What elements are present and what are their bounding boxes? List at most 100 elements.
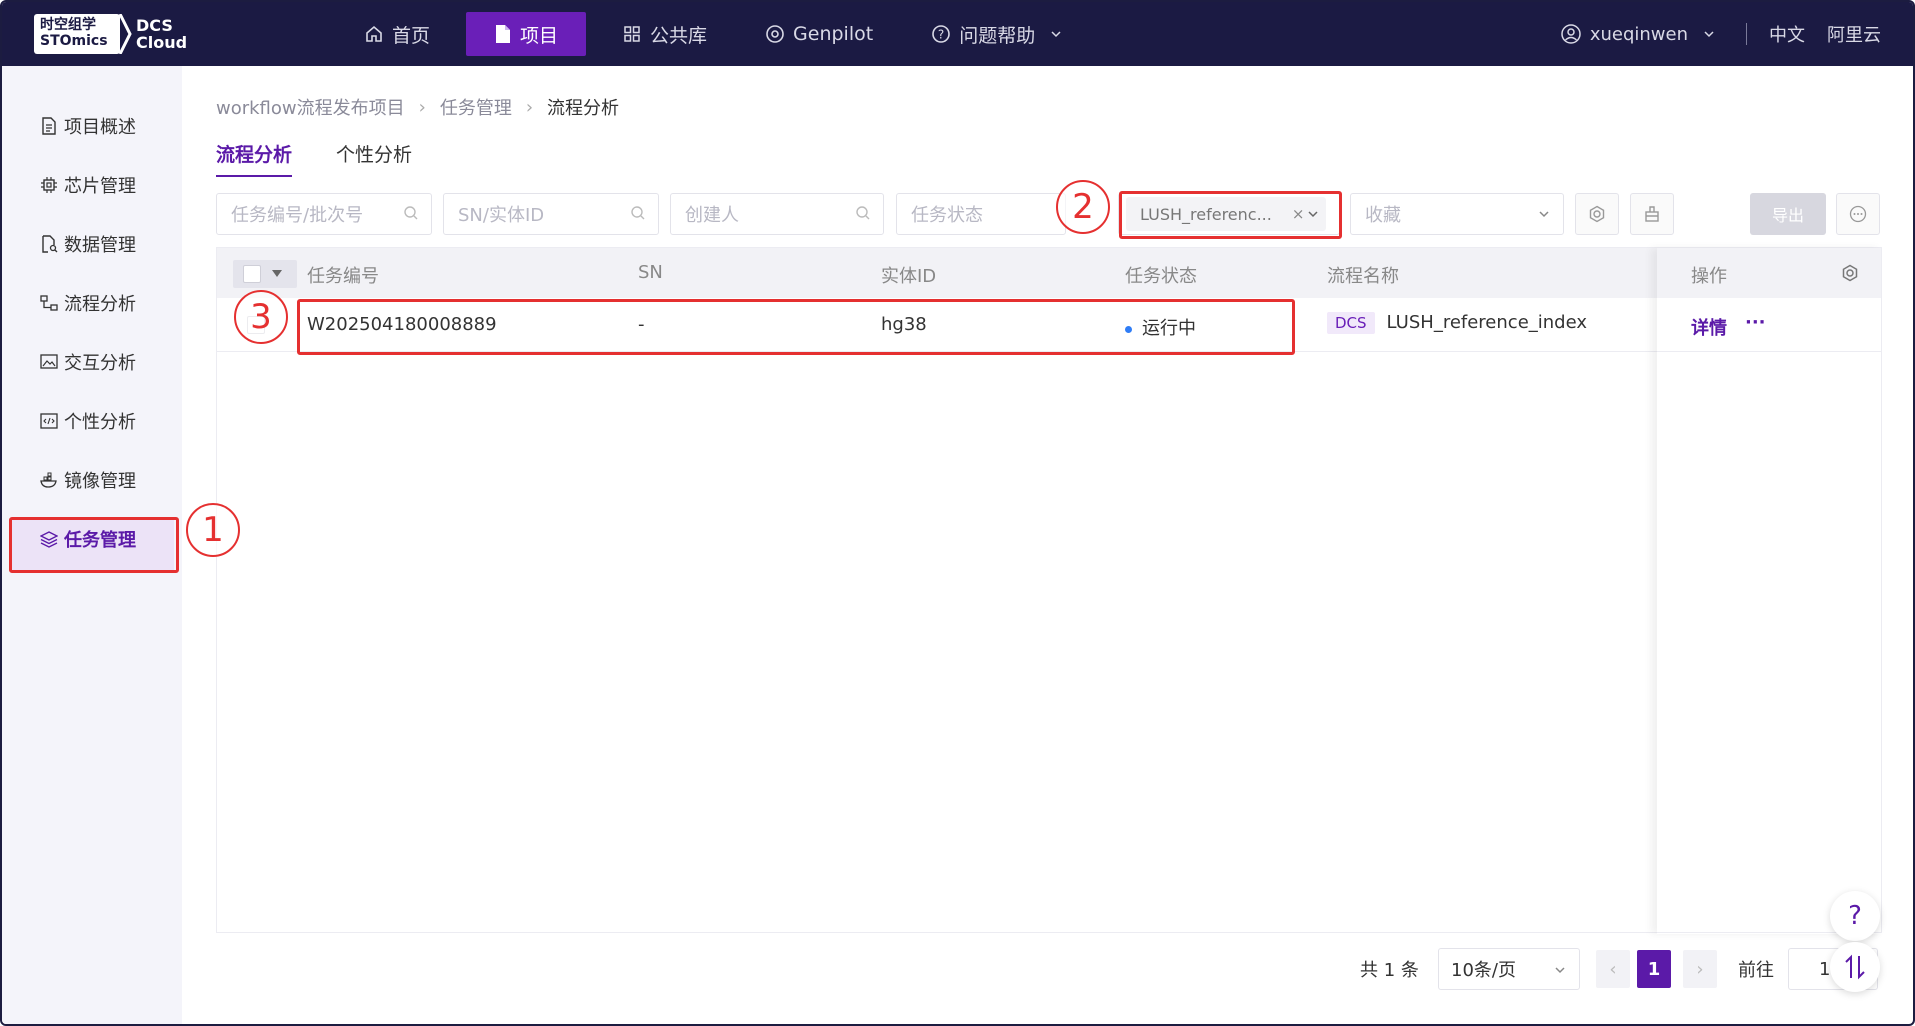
workflow-name: LUSH_reference_index [1386, 312, 1588, 333]
settings-button[interactable] [1575, 193, 1619, 235]
top-navbar: 时空组学 STOmics DCS Cloud 首页 项目 公共库 Genpilo… [2, 2, 1913, 66]
help-float-button[interactable]: ? [1830, 891, 1880, 941]
task-no-search-input[interactable]: 任务编号/批次号 [216, 193, 432, 235]
nav-genpilot-label: Genpilot [793, 23, 874, 45]
search-icon [631, 206, 645, 220]
annotation-circle-1: 1 [186, 503, 240, 557]
annotation-circle-3: 3 [234, 290, 288, 344]
logo-brand-line2: STOmics [40, 33, 108, 49]
pagination-total: 共 1 条 [1360, 960, 1419, 981]
task-no-placeholder: 任务编号/批次号 [231, 205, 364, 226]
more-options-button[interactable] [1836, 193, 1880, 235]
logo-product: DCS Cloud [136, 17, 187, 51]
sidebar-item-data[interactable]: 数据管理 [40, 229, 136, 259]
sidebar-item-overview[interactable]: 项目概述 [40, 111, 136, 141]
page-size-select[interactable]: 10条/页 [1438, 948, 1580, 990]
page-size-value: 10条/页 [1451, 960, 1516, 981]
nav-library-label: 公共库 [650, 24, 708, 47]
breadcrumb: workflow流程发布项目 › 任务管理 › 流程分析 [216, 94, 619, 120]
next-page-button[interactable]: › [1683, 950, 1717, 988]
caret-down-icon [272, 270, 282, 277]
gear-icon [1589, 205, 1605, 223]
main-nav: 首页 项目 公共库 Genpilot ? 问题帮助 [342, 2, 1099, 66]
sidebar-item-workflow[interactable]: 流程分析 [40, 288, 136, 318]
user-menu[interactable]: xueqinwen [1560, 23, 1724, 45]
sort-arrows-icon [1845, 954, 1865, 980]
sidebar-item-custom[interactable]: 个性分析 [40, 406, 136, 436]
header-status: 任务状态 [1125, 266, 1197, 287]
breadcrumb-tasks[interactable]: 任务管理 [440, 94, 512, 120]
header-workflow: 流程名称 [1327, 266, 1399, 287]
grid-icon [624, 26, 640, 42]
status-select[interactable]: 任务状态 [896, 193, 1066, 235]
code-icon [40, 413, 58, 429]
docker-icon [40, 472, 57, 488]
logo-chevron-icon [118, 14, 132, 54]
workflow-tag: DCS [1327, 312, 1375, 334]
chevron-down-icon [1555, 967, 1565, 974]
table-header: 任务编号 SN 实体ID 任务状态 流程名称 操作 [217, 248, 1881, 298]
workflow-icon [40, 295, 58, 311]
genpilot-icon [766, 25, 784, 43]
nav-help[interactable]: ? 问题帮助 [909, 12, 1085, 56]
search-icon [404, 206, 418, 220]
tab-workflow-analysis[interactable]: 流程分析 [216, 140, 293, 177]
favorite-select[interactable]: 收藏 [1350, 193, 1564, 235]
sidebar-item-label: 项目概述 [64, 117, 136, 138]
annotation-box-workflow-filter [1119, 191, 1342, 239]
user-area: xueqinwen 中文 阿里云 [1560, 2, 1913, 66]
sidebar-item-label: 个性分析 [64, 412, 136, 433]
annotation-circle-2: 2 [1056, 180, 1110, 234]
status-placeholder: 任务状态 [911, 205, 983, 226]
select-all-checkbox[interactable] [243, 265, 261, 283]
select-all-control[interactable] [233, 260, 297, 288]
more-circle-icon [1849, 205, 1867, 223]
sidebar-item-label: 镜像管理 [64, 471, 136, 492]
nav-project[interactable]: 项目 [466, 12, 587, 56]
annotation-box-tasks [9, 517, 179, 573]
clear-button[interactable] [1630, 193, 1674, 235]
scroll-toggle-button[interactable] [1830, 942, 1880, 992]
nav-library[interactable]: 公共库 [600, 12, 729, 56]
region-switch[interactable]: 阿里云 [1827, 21, 1881, 47]
sidebar-item-label: 流程分析 [64, 294, 136, 315]
nav-genpilot[interactable]: Genpilot [743, 12, 895, 56]
sn-placeholder: SN/实体ID [458, 205, 545, 226]
header-task-no: 任务编号 [307, 266, 379, 287]
sidebar-item-interactive[interactable]: 交互分析 [40, 347, 136, 377]
tab-bar: 流程分析 个性分析 [216, 140, 456, 177]
nav-help-label: 问题帮助 [959, 24, 1036, 47]
export-button[interactable]: 导出 [1750, 193, 1826, 235]
prev-page-button[interactable]: ‹ [1596, 950, 1630, 988]
chevron-down-icon [1051, 31, 1061, 38]
language-switch[interactable]: 中文 [1769, 21, 1805, 47]
question-icon: ? [932, 25, 951, 43]
question-icon: ? [1848, 901, 1862, 931]
sn-search-input[interactable]: SN/实体ID [443, 193, 659, 235]
creator-placeholder: 创建人 [685, 205, 739, 226]
sidebar-item-image[interactable]: 镜像管理 [40, 465, 136, 495]
breadcrumb-project[interactable]: workflow流程发布项目 [216, 94, 405, 120]
logo-product-line1: DCS [136, 16, 173, 35]
logo-brand: 时空组学 STOmics [34, 14, 120, 54]
file-search-icon [42, 235, 58, 253]
sidebar-item-chip[interactable]: 芯片管理 [40, 170, 136, 200]
chip-icon [41, 177, 57, 193]
logo[interactable]: 时空组学 STOmics DCS Cloud [34, 12, 187, 56]
divider [1746, 23, 1747, 45]
logo-brand-line1: 时空组学 [40, 17, 96, 33]
chevron-down-icon [1704, 31, 1714, 38]
sidebar-item-label: 交互分析 [64, 353, 136, 374]
document-icon [496, 25, 511, 43]
chevron-down-icon [1539, 211, 1549, 218]
user-name: xueqinwen [1589, 23, 1688, 45]
favorite-placeholder: 收藏 [1365, 205, 1401, 226]
cell-workflow: DCS LUSH_reference_index [1327, 312, 1587, 334]
nav-home[interactable]: 首页 [342, 12, 452, 56]
tab-custom-analysis[interactable]: 个性分析 [336, 140, 412, 177]
annotation-box-task-row [297, 299, 1295, 355]
sidebar-item-label: 芯片管理 [64, 176, 136, 197]
nav-home-label: 首页 [392, 24, 431, 47]
creator-search-input[interactable]: 创建人 [670, 193, 884, 235]
page-1-button[interactable]: 1 [1637, 950, 1671, 988]
